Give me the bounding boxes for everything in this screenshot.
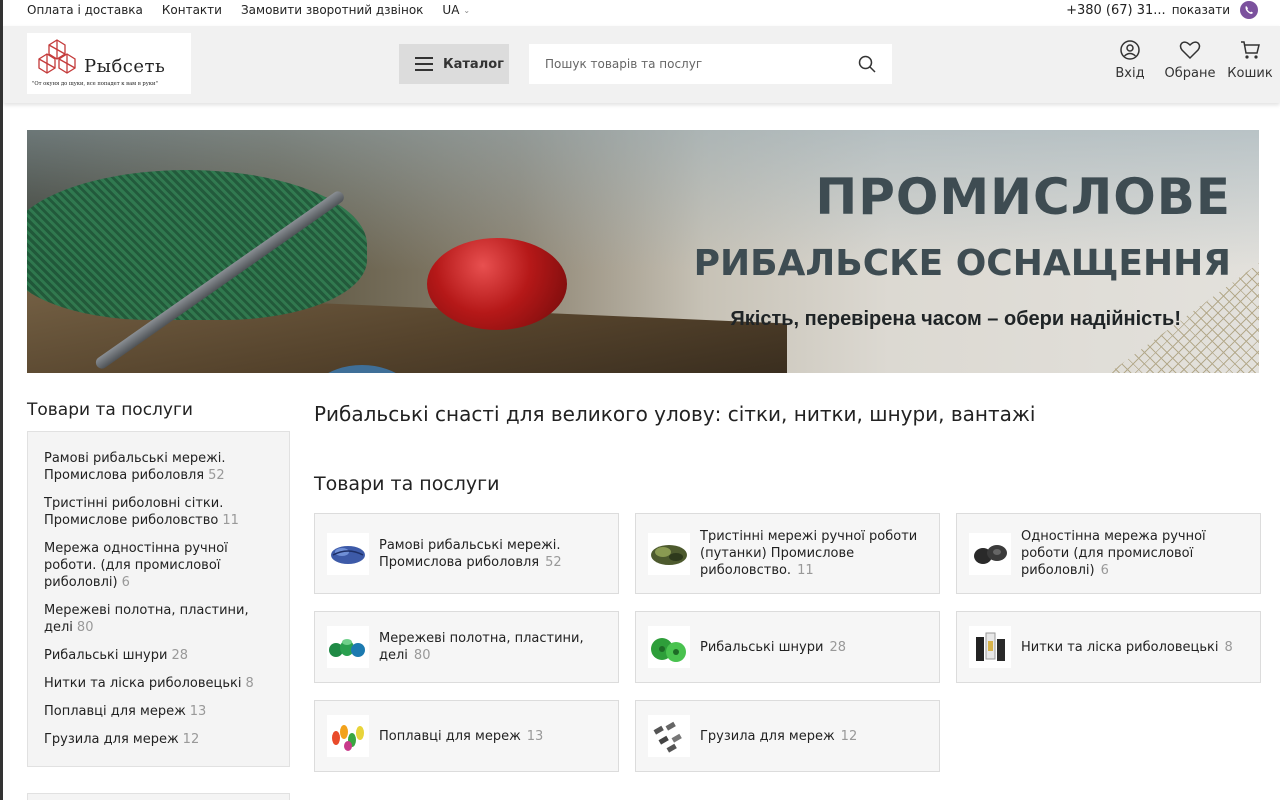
search-input[interactable] bbox=[545, 57, 858, 71]
sidebar-item-label: Поплавці для мереж bbox=[44, 704, 186, 719]
search-icon[interactable] bbox=[858, 55, 876, 73]
category-card-count: 28 bbox=[829, 639, 846, 655]
header-actions: Вхід Обране Кошик bbox=[1100, 40, 1280, 81]
category-card[interactable]: Рибальські шнури 28 bbox=[635, 611, 940, 683]
category-card-count: 80 bbox=[413, 648, 431, 663]
net-blue-icon bbox=[327, 532, 369, 575]
phone-number: +380 (67) 31... bbox=[1066, 2, 1166, 18]
chevron-down-icon: ⌄ bbox=[463, 5, 471, 15]
site-header: Рыбсеть "От окуня до щуки, все попадет к… bbox=[3, 26, 1280, 103]
sidebar-item-label: Рибальські шнури bbox=[44, 648, 168, 663]
cord-icon bbox=[648, 626, 690, 668]
sidebar-item-single-wall-nets[interactable]: Мережа одностінна ручної роботи. (для пр… bbox=[44, 540, 273, 591]
top-bar: Оплата і доставка Контакти Замовити звор… bbox=[0, 0, 1280, 20]
sidebar-item-sinkers[interactable]: Грузила для мереж 12 bbox=[44, 731, 273, 748]
cart-label: Кошик bbox=[1227, 66, 1273, 81]
category-card-label: Мережеві полотна, пластини, делі bbox=[379, 631, 584, 663]
sidebar-item-net-sheets[interactable]: Мережеві полотна, пластини, делі 80 bbox=[44, 602, 273, 636]
net-dark-icon bbox=[969, 532, 1011, 575]
cart-button[interactable]: Кошик bbox=[1220, 40, 1280, 81]
section-title: Товари та послуги bbox=[314, 473, 500, 495]
language-label: UA bbox=[442, 3, 460, 17]
sidebar-item-trammel-nets[interactable]: Тристінні риболовні сітки. Промислове ри… bbox=[44, 495, 273, 529]
category-card[interactable]: Грузила для мереж 12 bbox=[635, 700, 940, 772]
float-icon bbox=[327, 715, 369, 757]
category-card-count: 13 bbox=[526, 728, 544, 744]
logo-mark-icon bbox=[38, 39, 76, 74]
category-card-count: 12 bbox=[840, 728, 858, 744]
category-card-count: 52 bbox=[545, 554, 562, 570]
heart-icon bbox=[1179, 41, 1201, 60]
callback-link[interactable]: Замовити зворотний дзвінок bbox=[241, 3, 423, 17]
banner-tagline: Якість, перевірена часом – обери надійні… bbox=[730, 308, 1181, 330]
login-label: Вхід bbox=[1115, 66, 1145, 81]
category-card[interactable]: Рамові рибальські мережі. Промислова риб… bbox=[314, 513, 619, 594]
sidebar-item-count: 13 bbox=[189, 704, 207, 719]
sidebar-title: Товари та послуги bbox=[27, 400, 193, 420]
category-card-label: Рибальські шнури bbox=[700, 639, 824, 655]
cart-icon bbox=[1241, 41, 1260, 59]
category-card-count: 6 bbox=[1100, 563, 1109, 578]
banner-title: ПРОМИСЛОВЕ bbox=[815, 168, 1231, 226]
category-card[interactable]: Нитки та ліска риболовецькі 8 bbox=[956, 611, 1261, 683]
login-button[interactable]: Вхід bbox=[1100, 40, 1160, 81]
site-logo[interactable]: Рыбсеть "От окуня до щуки, все попадет к… bbox=[27, 33, 191, 94]
category-card-label: Поплавці для мереж bbox=[379, 728, 521, 744]
category-grid: Рамові рибальські мережі. Промислова риб… bbox=[314, 513, 1261, 772]
sidebar-item-threads[interactable]: Нитки та ліска риболовецькі 8 bbox=[44, 675, 273, 692]
phone-block: +380 (67) 31... показати bbox=[1066, 0, 1258, 20]
sidebar-category-list: Рамові рибальські мережі. Промислова риб… bbox=[27, 431, 290, 767]
sidebar-item-cords[interactable]: Рибальські шнури 28 bbox=[44, 647, 273, 664]
favorites-label: Обране bbox=[1164, 66, 1216, 81]
catalog-button[interactable]: Каталог bbox=[399, 44, 509, 84]
category-card[interactable]: Мережеві полотна, пластини, делі 80 bbox=[314, 611, 619, 683]
thread-icon bbox=[969, 626, 1011, 668]
category-card-count: 8 bbox=[1224, 639, 1233, 655]
logo-slogan: "От окуня до щуки, все попадет к вам в р… bbox=[32, 81, 158, 87]
sidebar-item-count: 12 bbox=[182, 732, 200, 747]
sidebar-item-label: Тристінні риболовні сітки. Промислове ри… bbox=[44, 496, 224, 528]
category-card[interactable]: Тристінні мережі ручної роботи (путанки)… bbox=[635, 513, 940, 594]
viber-icon[interactable] bbox=[1240, 1, 1258, 19]
payment-delivery-link[interactable]: Оплата і доставка bbox=[27, 3, 143, 17]
favorites-button[interactable]: Обране bbox=[1160, 40, 1220, 81]
sidebar-item-floats[interactable]: Поплавці для мереж 13 bbox=[44, 703, 273, 720]
logo-brand: Рыбсеть bbox=[84, 56, 166, 77]
category-card-count: 11 bbox=[797, 563, 814, 578]
category-card-label: Одностінна мережа ручної роботи (для про… bbox=[1021, 529, 1206, 578]
window-edge bbox=[0, 0, 3, 800]
sidebar-item-label: Нитки та ліска риболовецькі bbox=[44, 676, 242, 691]
contacts-link[interactable]: Контакти bbox=[162, 3, 222, 17]
sidebar-item-label: Рамові рибальські мережі. Промислова риб… bbox=[44, 451, 226, 483]
sidebar-next-block bbox=[27, 793, 290, 800]
user-icon bbox=[1120, 40, 1140, 60]
catalog-label: Каталог bbox=[443, 56, 504, 72]
banner-subtitle: РИБАЛЬСКЕ ОСНАЩЕННЯ bbox=[693, 243, 1231, 284]
category-card-label: Рамові рибальські мережі. Промислова риб… bbox=[379, 537, 561, 570]
category-card-label: Грузила для мереж bbox=[700, 728, 835, 744]
category-card[interactable]: Поплавці для мереж 13 bbox=[314, 700, 619, 772]
sinker-icon bbox=[648, 715, 690, 757]
category-card[interactable]: Одностінна мережа ручної роботи (для про… bbox=[956, 513, 1261, 594]
sidebar-item-count: 28 bbox=[171, 648, 188, 663]
sidebar-item-label: Мережеві полотна, пластини, делі bbox=[44, 603, 249, 635]
banner-float-image bbox=[427, 238, 567, 330]
sidebar-item-count: 8 bbox=[245, 676, 254, 691]
net-green-icon bbox=[648, 532, 690, 575]
sidebar-item-label: Грузила для мереж bbox=[44, 732, 179, 747]
page-title: Рибальські снасті для великого улову: сі… bbox=[314, 402, 1036, 426]
sidebar-item-label: Мережа одностінна ручної роботи. (для пр… bbox=[44, 541, 228, 590]
sidebar-item-count: 80 bbox=[76, 620, 94, 635]
promo-banner[interactable]: ПРОМИСЛОВЕ РИБАЛЬСКЕ ОСНАЩЕННЯ Якість, п… bbox=[27, 130, 1259, 373]
show-phone-link[interactable]: показати bbox=[1172, 3, 1230, 17]
sidebar-item-frame-nets[interactable]: Рамові рибальські мережі. Промислова риб… bbox=[44, 450, 273, 484]
sidebar-item-count: 6 bbox=[121, 575, 130, 590]
search-bar bbox=[529, 44, 892, 84]
language-selector[interactable]: UA ⌄ bbox=[442, 3, 470, 17]
net-sheets-icon bbox=[327, 626, 369, 668]
sidebar-item-count: 11 bbox=[222, 513, 239, 528]
menu-icon bbox=[415, 57, 433, 71]
sidebar-item-count: 52 bbox=[208, 468, 225, 483]
category-card-label: Нитки та ліска риболовецькі bbox=[1021, 639, 1219, 655]
